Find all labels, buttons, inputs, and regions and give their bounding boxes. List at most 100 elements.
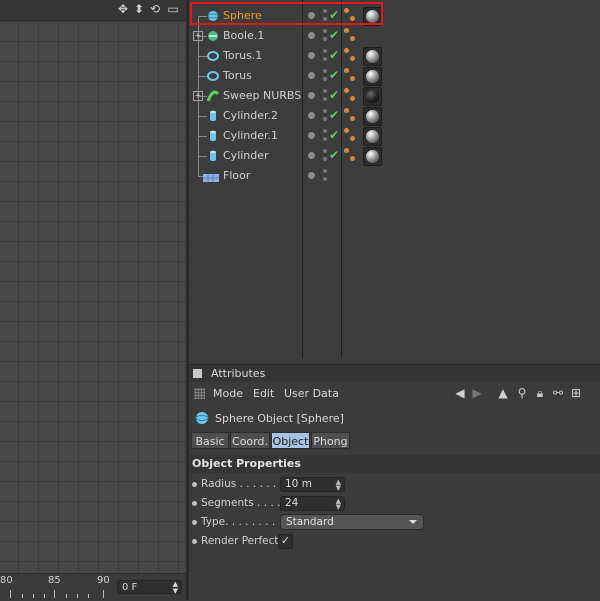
tab-coord[interactable]: Coord. [230, 432, 270, 449]
render-visibility-icon[interactable] [323, 117, 327, 121]
menu-mode[interactable]: Mode [213, 387, 243, 400]
texture-tag-icon[interactable] [344, 48, 358, 64]
editor-visibility-icon[interactable] [323, 169, 327, 173]
object-row[interactable]: Torus ✔ [189, 66, 600, 86]
visibility-dot-icon[interactable] [308, 32, 315, 39]
chevron-down-icon [409, 520, 417, 524]
render-visibility-icon[interactable] [323, 177, 327, 181]
render-visibility-icon[interactable] [323, 37, 327, 41]
texture-tag-icon[interactable] [344, 148, 358, 164]
object-header: Sphere Object [Sphere] [194, 410, 494, 428]
editor-visibility-icon[interactable] [323, 109, 327, 113]
maximize-icon[interactable]: ▭ [166, 2, 180, 16]
enabled-check-icon[interactable]: ✔ [329, 68, 339, 82]
menu-user-data[interactable]: User Data [284, 387, 339, 400]
object-row[interactable]: Cylinder.2 ✔ [189, 106, 600, 126]
enabled-check-icon[interactable]: ✔ [329, 108, 339, 122]
visibility-dot-icon[interactable] [308, 152, 315, 159]
object-row[interactable]: Cylinder ✔ [189, 146, 600, 166]
material-tag-icon[interactable] [363, 67, 382, 86]
object-row[interactable]: Floor [189, 166, 600, 186]
texture-tag-icon[interactable] [344, 108, 358, 124]
object-name[interactable]: Cylinder.2 [223, 109, 278, 122]
editor-visibility-icon[interactable] [323, 49, 327, 53]
object-name[interactable]: Sweep NURBS [223, 89, 301, 102]
tab-basic[interactable]: Basic [191, 432, 229, 449]
panel-menu-icon[interactable] [193, 369, 202, 378]
type-dropdown[interactable]: Standard [280, 514, 424, 530]
animation-dot-icon[interactable] [192, 539, 197, 544]
enabled-check-icon[interactable]: ✔ [329, 28, 339, 42]
visibility-dot-icon[interactable] [308, 112, 315, 119]
tab-phong[interactable]: Phong [311, 432, 350, 449]
visibility-dot-icon[interactable] [308, 92, 315, 99]
move-icon[interactable]: ✥ [116, 2, 130, 16]
sweep-nurbs-icon [207, 90, 219, 102]
visibility-dot-icon[interactable] [308, 172, 315, 179]
editor-visibility-icon[interactable] [323, 129, 327, 133]
pin-icon[interactable]: ⚯ [551, 386, 565, 400]
material-tag-icon[interactable] [363, 87, 382, 106]
segments-field[interactable]: 24 ▲ ▼ [280, 496, 345, 511]
object-name[interactable]: Cylinder.1 [223, 129, 278, 142]
grip-icon[interactable] [194, 388, 205, 399]
render-visibility-icon[interactable] [323, 157, 327, 161]
render-visibility-icon[interactable] [323, 137, 327, 141]
render-visibility-icon[interactable] [323, 97, 327, 101]
object-name[interactable]: Cylinder [223, 149, 269, 162]
object-row[interactable]: Cylinder.1 ✔ [189, 126, 600, 146]
animation-dot-icon[interactable] [192, 520, 197, 525]
material-tag-icon[interactable] [363, 147, 382, 166]
object-name[interactable]: Torus.1 [223, 49, 262, 62]
radius-field[interactable]: 10 m ▲ ▼ [280, 477, 345, 492]
enabled-check-icon[interactable]: ✔ [329, 48, 339, 62]
material-tag-icon[interactable] [363, 47, 382, 66]
back-arrow-icon[interactable]: ◀ [453, 386, 467, 400]
animation-dot-icon[interactable] [192, 482, 197, 487]
visibility-dot-icon[interactable] [308, 72, 315, 79]
material-tag-icon[interactable] [363, 107, 382, 126]
texture-tag-icon[interactable] [344, 28, 358, 44]
attributes-menubar: Mode Edit User Data ◀ ▶ ▲ ⚲ 🔒︎ ⚯ ⊞ [189, 382, 600, 404]
render-visibility-icon[interactable] [323, 57, 327, 61]
editor-visibility-icon[interactable] [323, 69, 327, 73]
texture-tag-icon[interactable] [344, 68, 358, 84]
material-tag-icon[interactable] [363, 127, 382, 146]
segments-value: 24 [285, 497, 299, 509]
rotate-icon[interactable]: ⟲ [148, 2, 162, 16]
editor-visibility-icon[interactable] [323, 29, 327, 33]
up-arrow-icon[interactable]: ▲ [496, 386, 510, 400]
lock-icon[interactable]: 🔒︎ [533, 386, 547, 400]
spinner-icon[interactable]: ▲ ▼ [336, 479, 341, 492]
texture-tag-icon[interactable] [344, 128, 358, 144]
editor-visibility-icon[interactable] [323, 89, 327, 93]
spinner-icon[interactable]: ▲ ▼ [173, 581, 178, 595]
object-name[interactable]: Boole.1 [223, 29, 264, 42]
texture-tag-icon[interactable] [344, 88, 358, 104]
editor-visibility-icon[interactable] [323, 149, 327, 153]
object-row[interactable]: Torus.1 ✔ [189, 46, 600, 66]
search-icon[interactable]: ⚲ [515, 386, 529, 400]
object-row[interactable]: +Sweep NURBS✔ [189, 86, 600, 106]
visibility-dot-icon[interactable] [308, 132, 315, 139]
object-row[interactable]: +Boole.1✔ [189, 26, 600, 46]
object-name[interactable]: Floor [223, 169, 250, 182]
visibility-dot-icon[interactable] [308, 52, 315, 59]
arrow-down-icon[interactable]: ⬍ [132, 2, 146, 16]
spinner-icon[interactable]: ▲ ▼ [336, 498, 341, 511]
section-header[interactable]: Object Properties [189, 455, 600, 473]
menu-edit[interactable]: Edit [253, 387, 274, 400]
frame-field[interactable]: 0 F ▲ ▼ [117, 580, 182, 595]
object-name[interactable]: Torus [223, 69, 252, 82]
new-panel-icon[interactable]: ⊞ [569, 386, 583, 400]
tree-line [198, 56, 207, 57]
enabled-check-icon[interactable]: ✔ [329, 88, 339, 102]
forward-arrow-icon[interactable]: ▶ [470, 386, 484, 400]
enabled-check-icon[interactable]: ✔ [329, 148, 339, 162]
render-visibility-icon[interactable] [323, 77, 327, 81]
enabled-check-icon[interactable]: ✔ [329, 128, 339, 142]
render-perfect-checkbox[interactable]: ✓ [278, 534, 293, 549]
animation-dot-icon[interactable] [192, 501, 197, 506]
tab-object[interactable]: Object [271, 432, 310, 449]
viewport-grid[interactable] [0, 21, 186, 573]
